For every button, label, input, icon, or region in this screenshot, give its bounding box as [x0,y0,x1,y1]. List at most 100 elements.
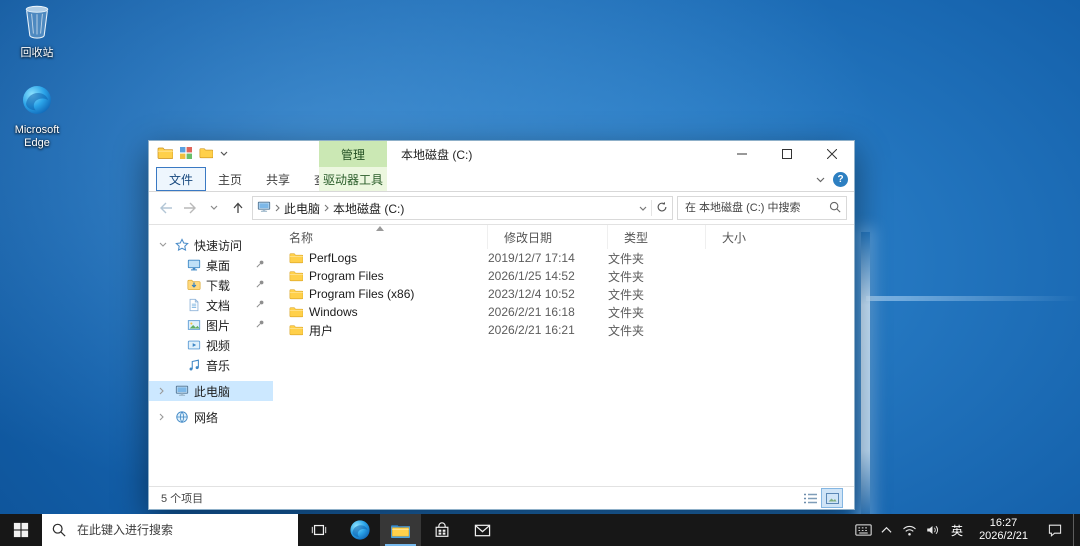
maximize-button[interactable] [764,141,809,167]
sidebar-item-network[interactable]: 网络 [149,407,273,427]
address-box[interactable]: 此电脑 本地磁盘 (C:) [252,196,673,220]
file-date: 2023/12/4 10:52 [488,287,575,301]
file-name: Program Files (x86) [309,287,415,301]
column-header-size[interactable]: 大小 [706,225,854,249]
sidebar-item-desktop[interactable]: 桌面 [149,255,273,275]
forward-button[interactable] [180,197,200,219]
sidebar-item-label: 网络 [194,410,219,425]
network-status-icon[interactable] [898,514,921,546]
explorer-search-input[interactable] [683,201,825,215]
chevron-right-icon[interactable] [159,387,164,395]
new-folder-icon[interactable] [199,147,214,162]
file-row[interactable]: PerfLogs 2019/12/7 17:14 文件夹 [273,249,854,267]
download-icon [187,279,201,290]
properties-icon[interactable] [180,146,192,162]
file-rows: PerfLogs 2019/12/7 17:14 文件夹 Program Fil… [273,249,854,486]
file-date: 2026/2/21 16:18 [488,305,575,319]
expand-ribbon-icon[interactable] [816,172,825,186]
breadcrumb-this-pc[interactable]: 此电脑 [284,200,320,217]
tab-home[interactable]: 主页 [206,167,254,191]
sidebar-item-quick-access[interactable]: 快速访问 [149,235,273,255]
search-icon[interactable] [829,201,841,216]
sidebar-item-label: 图片 [206,318,231,333]
chevron-right-icon[interactable] [159,413,164,421]
touch-keyboard-icon[interactable] [852,514,875,546]
file-date: 2026/2/21 16:21 [488,323,575,337]
taskbar-search-box[interactable] [42,514,298,546]
tray-chevron-up-icon[interactable] [875,514,898,546]
sidebar-item-videos[interactable]: 视频 [149,335,273,355]
document-icon [189,298,199,312]
column-header-name[interactable]: 名称 [273,225,488,249]
column-header-date[interactable]: 修改日期 [488,225,608,249]
edge-icon [21,84,53,121]
details-view-button[interactable] [800,489,820,507]
back-button[interactable] [156,197,176,219]
sidebar-item-music[interactable]: 音乐 [149,355,273,375]
task-view-button[interactable] [298,514,339,546]
folder-icon [289,253,303,264]
file-name: Program Files [309,269,384,283]
desktop-icon-label: 回收站 [20,47,54,59]
items-count: 5 个项目 [161,493,204,505]
windows-logo-icon [13,522,29,538]
chevron-down-icon[interactable] [159,242,167,248]
edge-icon [349,520,370,540]
sidebar-item-downloads[interactable]: 下载 [149,275,273,295]
taskbar-search-input[interactable] [75,522,288,538]
up-button[interactable] [228,197,248,219]
taskbar-edge-button[interactable] [339,514,380,546]
clock-date: 2026/2/21 [979,530,1028,542]
start-button[interactable] [0,514,42,546]
sidebar-item-documents[interactable]: 文档 [149,295,273,315]
volume-icon[interactable] [921,514,944,546]
address-dropdown-icon[interactable] [639,201,647,215]
sidebar-item-label: 下载 [206,278,231,293]
taskbar-clock[interactable]: 16:27 2026/2/21 [970,514,1037,546]
input-language-indicator[interactable]: 英 [944,514,970,546]
explorer-content: 快速访问 桌面 下载 文档 图片 视频 音乐 此电脑 网络 名称 修改日期 类型… [149,225,854,486]
minimize-button[interactable] [719,141,764,167]
tab-share[interactable]: 共享 [254,167,302,191]
tab-file[interactable]: 文件 [156,167,207,191]
breadcrumb-local-disk-c[interactable]: 本地磁盘 (C:) [333,200,404,217]
contextual-group-label: 管理 [340,147,365,162]
file-row[interactable]: Windows 2026/2/21 16:18 文件夹 [273,303,854,321]
wallpaper-light-beam-horizontal [866,296,1080,301]
crumb-separator-icon [275,201,280,215]
sidebar-item-this-pc[interactable]: 此电脑 [149,381,273,401]
location-icon [257,200,271,217]
crumb-separator-icon [324,201,329,215]
taskbar-store-button[interactable] [421,514,462,546]
recent-locations-icon[interactable] [204,197,224,219]
close-button[interactable] [809,141,854,167]
address-divider [651,200,652,216]
customize-quick-access-icon[interactable] [220,151,228,157]
file-row[interactable]: Program Files (x86) 2023/12/4 10:52 文件夹 [273,285,854,303]
file-name: PerfLogs [309,251,358,265]
status-bar: 5 个项目 [149,486,854,509]
contextual-tab-group-manage[interactable]: 管理 [319,141,387,167]
file-row[interactable]: 用户 2026/2/21 16:21 文件夹 [273,321,854,339]
pin-icon [255,298,265,312]
explorer-search-box[interactable] [677,196,847,220]
file-row[interactable]: Program Files 2026/1/25 14:52 文件夹 [273,267,854,285]
folder-icon [289,271,303,282]
taskbar-mail-button[interactable] [462,514,503,546]
sidebar-item-label: 视频 [206,338,231,353]
thumbnail-view-button[interactable] [821,488,843,508]
desktop-icon-edge[interactable]: Microsoft Edge [2,84,72,150]
sidebar-item-pictures[interactable]: 图片 [149,315,273,335]
show-desktop-button[interactable] [1073,514,1080,546]
taskbar-file-explorer-button[interactable] [380,514,421,546]
refresh-icon[interactable] [656,201,668,216]
action-center-button[interactable] [1037,514,1073,546]
column-header-type[interactable]: 类型 [608,225,706,249]
window-titlebar[interactable]: 管理 本地磁盘 (C:) [149,141,854,167]
help-button[interactable]: ? [833,171,848,187]
sidebar-item-label: 此电脑 [194,384,231,399]
desktop-icon-recycle-bin[interactable]: 回收站 [2,3,72,60]
address-bar: 此电脑 本地磁盘 (C:) [149,192,854,225]
pin-icon [255,258,265,272]
tab-drive-tools[interactable]: 驱动器工具 [319,167,387,191]
